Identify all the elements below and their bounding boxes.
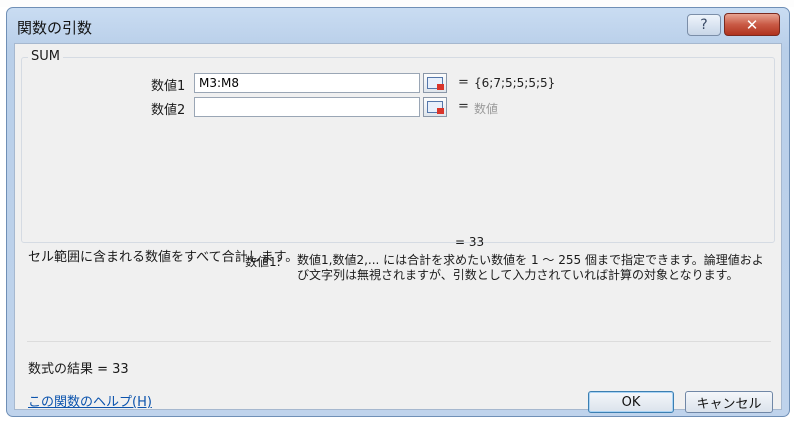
arg2-input[interactable] bbox=[194, 97, 420, 117]
arg2-result: 数値 bbox=[474, 102, 499, 116]
function-name: SUM bbox=[28, 49, 63, 64]
arg2-label: 数値2 bbox=[151, 103, 186, 118]
arg1-label: 数値1 bbox=[151, 79, 186, 94]
range-select-icon bbox=[427, 77, 444, 90]
background-fragment bbox=[0, 0, 794, 7]
arg1-result: {6;7;5;5;5;5} bbox=[474, 76, 556, 90]
close-button[interactable]: ✕ bbox=[724, 13, 780, 36]
close-icon: ✕ bbox=[745, 15, 759, 34]
excel-screenshot: 関数の引数 ? ✕ SUM 数値1 = {6;7;5;5;5;5} 数値2 bbox=[0, 0, 794, 426]
arg2-range-button[interactable] bbox=[423, 97, 447, 117]
formula-result: 数式の結果 = 33 bbox=[28, 362, 129, 377]
ok-button[interactable]: OK bbox=[588, 391, 674, 413]
help-icon: ? bbox=[700, 17, 708, 33]
separator bbox=[27, 341, 771, 342]
function-arguments-dialog: 関数の引数 ? ✕ SUM 数値1 = {6;7;5;5;5;5} 数値2 bbox=[6, 7, 790, 417]
arg2-equals: = bbox=[458, 99, 469, 114]
dialog-body: SUM 数値1 = {6;7;5;5;5;5} 数値2 = 数値 = 33 セル… bbox=[14, 43, 782, 413]
argument-description: 数値1,数値2,... には合計を求めたい数値を 1 ～ 255 個まで指定でき… bbox=[297, 253, 764, 282]
cancel-button[interactable]: キャンセル bbox=[685, 391, 773, 413]
range-select-icon bbox=[427, 101, 444, 114]
function-group: SUM 数値1 = {6;7;5;5;5;5} 数値2 = 数値 bbox=[21, 49, 775, 243]
dialog-title: 関数の引数 bbox=[17, 19, 93, 37]
help-button[interactable]: ? bbox=[687, 14, 721, 36]
arg1-input[interactable] bbox=[194, 73, 420, 93]
arg1-range-button[interactable] bbox=[423, 73, 447, 93]
function-total: = 33 bbox=[455, 235, 485, 249]
argument-name: 数値1: bbox=[245, 255, 281, 269]
help-link[interactable]: この関数のヘルプ(H) bbox=[28, 391, 152, 410]
arg1-equals: = bbox=[458, 75, 469, 90]
